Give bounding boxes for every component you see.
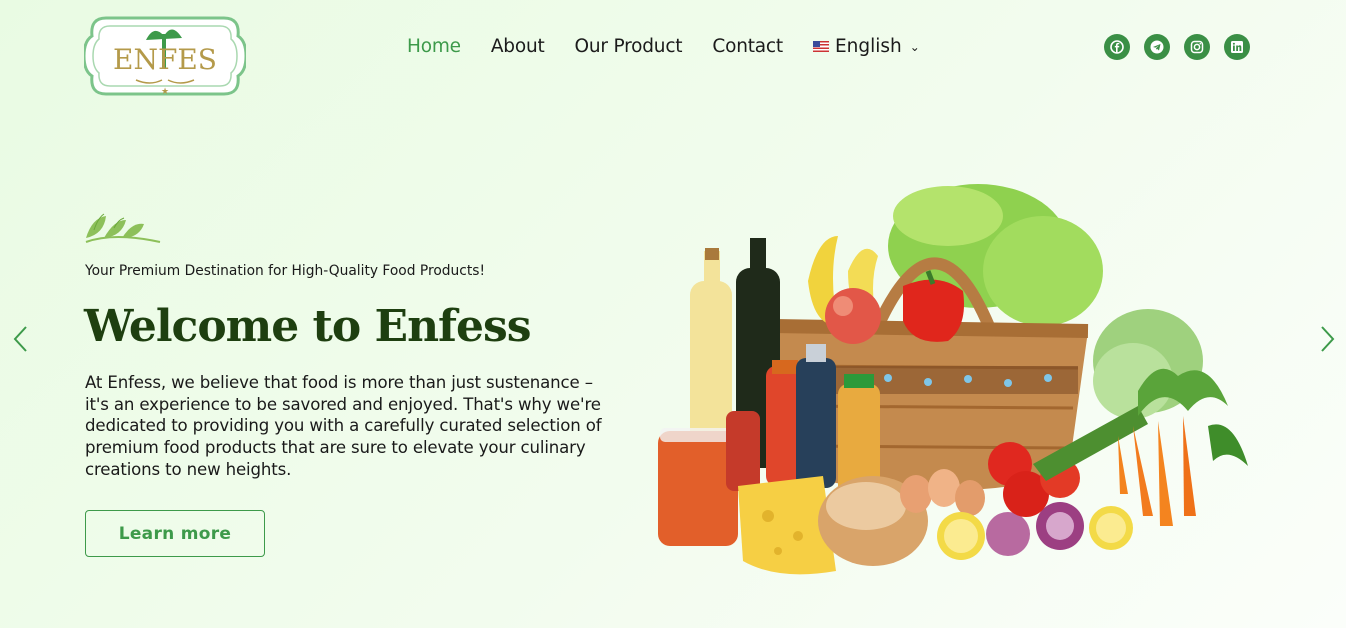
nav-home[interactable]: Home bbox=[407, 36, 461, 57]
slider-prev-arrow[interactable] bbox=[10, 325, 32, 353]
nav-our-product[interactable]: Our Product bbox=[575, 36, 683, 57]
leaf-decoration-icon bbox=[84, 208, 164, 246]
main-nav: Home About Our Product Contact English ⌄ bbox=[407, 36, 920, 57]
instagram-icon[interactable] bbox=[1184, 34, 1210, 60]
linkedin-icon[interactable] bbox=[1224, 34, 1250, 60]
slider-next-arrow[interactable] bbox=[1316, 325, 1338, 353]
food-basket-image bbox=[648, 176, 1253, 586]
social-links bbox=[1104, 34, 1250, 60]
language-selector[interactable]: English ⌄ bbox=[812, 36, 920, 57]
chevron-down-icon: ⌄ bbox=[909, 39, 920, 54]
learn-more-button[interactable]: Learn more bbox=[85, 510, 265, 557]
hero-title: Welcome to Enfess bbox=[84, 301, 532, 352]
us-flag-icon bbox=[812, 41, 829, 52]
language-label: English bbox=[834, 36, 902, 57]
site-logo[interactable]: ENFES ★ bbox=[82, 6, 248, 106]
facebook-icon[interactable] bbox=[1104, 34, 1130, 60]
hero-tagline: Your Premium Destination for High-Qualit… bbox=[85, 263, 485, 279]
svg-text:★: ★ bbox=[161, 86, 169, 96]
nav-about[interactable]: About bbox=[491, 36, 545, 57]
nav-contact[interactable]: Contact bbox=[712, 36, 783, 57]
telegram-icon[interactable] bbox=[1144, 34, 1170, 60]
logo-text: ENFES bbox=[113, 43, 217, 76]
hero-description: At Enfess, we believe that food is more … bbox=[85, 373, 602, 479]
